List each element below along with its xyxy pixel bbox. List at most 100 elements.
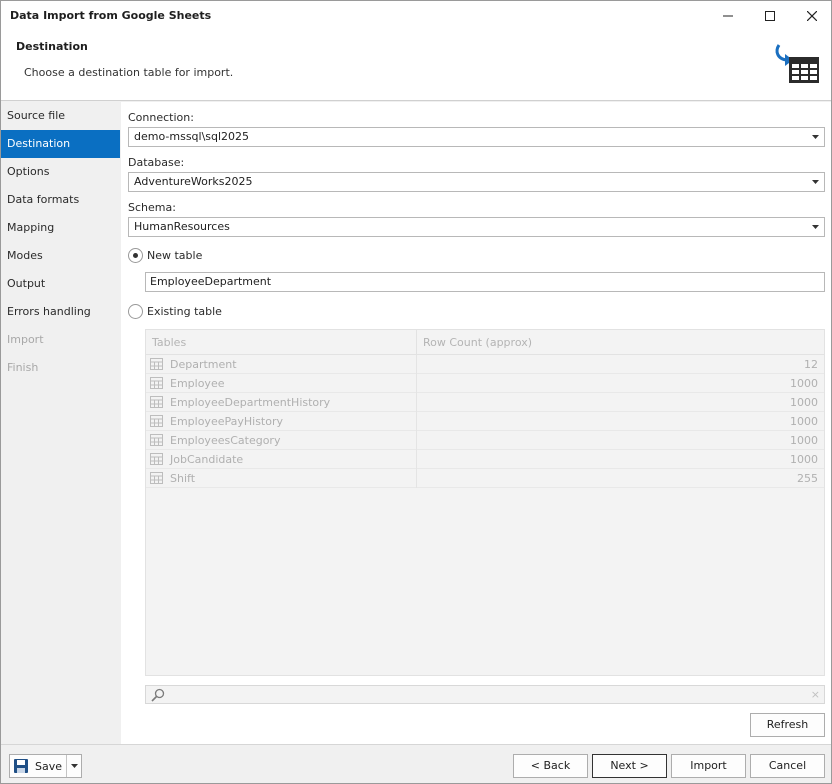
database-label: Database: <box>128 156 185 169</box>
sidebar-item-finish: Finish <box>1 354 120 382</box>
chevron-down-icon <box>70 764 78 768</box>
sidebar-item-label: Errors handling <box>7 305 91 318</box>
next-button[interactable]: Next > <box>592 754 667 778</box>
search-icon <box>151 688 165 702</box>
row-count: 1000 <box>790 415 818 428</box>
sidebar-item-label: Destination <box>7 137 71 150</box>
sidebar-item-source-file[interactable]: Source file <box>1 102 120 130</box>
existing-tables-grid: Tables Row Count (approx) Department 12 … <box>145 329 825 676</box>
table-name: JobCandidate <box>170 453 244 466</box>
new-table-label: New table <box>147 249 203 262</box>
row-count: 1000 <box>790 453 818 466</box>
import-wizard-window: Data Import from Google Sheets Destinati… <box>0 0 832 784</box>
new-table-radio[interactable]: New table <box>128 248 202 263</box>
refresh-button[interactable]: Refresh <box>750 713 825 737</box>
table-icon <box>150 453 163 465</box>
table-name: EmployeeDepartmentHistory <box>170 396 331 409</box>
table-name: Shift <box>170 472 196 485</box>
schema-label: Schema: <box>128 201 176 214</box>
sidebar-item-label: Output <box>7 277 46 290</box>
back-button[interactable]: < Back <box>513 754 588 778</box>
sidebar-item-data-formats[interactable]: Data formats <box>1 186 120 214</box>
row-count: 1000 <box>790 377 818 390</box>
sidebar-item-modes[interactable]: Modes <box>1 242 120 270</box>
table-icon <box>150 358 163 370</box>
table-row: Shift 255 <box>146 469 824 488</box>
chevron-down-icon <box>812 225 819 229</box>
minimize-button[interactable] <box>707 1 749 31</box>
tables-search-box: × <box>145 685 825 704</box>
close-icon <box>807 11 817 21</box>
chevron-down-icon <box>812 180 819 184</box>
row-count: 255 <box>797 472 818 485</box>
cancel-button[interactable]: Cancel <box>750 754 825 778</box>
close-button[interactable] <box>791 1 832 31</box>
radio-button-unchecked[interactable] <box>128 304 143 319</box>
row-count: 12 <box>804 358 818 371</box>
window-title: Data Import from Google Sheets <box>10 9 212 22</box>
table-row: JobCandidate 1000 <box>146 450 824 469</box>
sidebar-item-options[interactable]: Options <box>1 158 120 186</box>
table-icon <box>150 377 163 389</box>
sidebar-item-label: Options <box>7 165 50 178</box>
wizard-footer: Save < Back Next > Import Cancel <box>1 744 831 783</box>
save-options-dropdown[interactable] <box>66 755 81 777</box>
existing-table-radio[interactable]: Existing table <box>128 304 222 319</box>
table-row: EmployeeDepartmentHistory 1000 <box>146 393 824 412</box>
column-header-tables: Tables <box>152 336 187 349</box>
new-table-name-input[interactable]: EmployeeDepartment <box>145 272 825 292</box>
maximize-button[interactable] <box>749 1 791 31</box>
title-bar: Data Import from Google Sheets <box>1 1 831 31</box>
schema-value: HumanResources <box>134 220 230 233</box>
import-button[interactable]: Import <box>671 754 746 778</box>
sidebar-item-label: Source file <box>7 109 66 122</box>
wizard-steps-sidebar: Source file Destination Options Data for… <box>1 102 120 744</box>
wizard-header: Destination Choose a destination table f… <box>1 31 831 101</box>
connection-label: Connection: <box>128 111 194 124</box>
table-row: Employee 1000 <box>146 374 824 393</box>
sidebar-item-label: Modes <box>7 249 43 262</box>
sidebar-item-mapping[interactable]: Mapping <box>1 214 120 242</box>
database-combo[interactable]: AdventureWorks2025 <box>128 172 825 192</box>
table-icon <box>150 472 163 484</box>
page-description: Choose a destination table for import. <box>24 66 234 79</box>
table-row: Department 12 <box>146 355 824 374</box>
column-header-row-count: Row Count (approx) <box>423 336 533 349</box>
save-button[interactable]: Save <box>10 755 66 777</box>
clear-search-icon: × <box>810 688 820 701</box>
grid-header: Tables Row Count (approx) <box>146 330 824 355</box>
table-row: EmployeesCategory 1000 <box>146 431 824 450</box>
sidebar-item-label: Data formats <box>7 193 80 206</box>
row-count: 1000 <box>790 396 818 409</box>
table-icon <box>150 434 163 446</box>
new-table-name-value: EmployeeDepartment <box>150 275 272 288</box>
table-name: Department <box>170 358 237 371</box>
page-title: Destination <box>16 40 88 53</box>
radio-button-checked[interactable] <box>128 248 143 263</box>
schema-combo[interactable]: HumanResources <box>128 217 825 237</box>
save-button-label: Save <box>35 759 63 773</box>
connection-combo[interactable]: demo-mssql\sql2025 <box>128 127 825 147</box>
maximize-icon <box>765 11 775 21</box>
sidebar-item-label: Mapping <box>7 221 55 234</box>
table-icon <box>150 415 163 427</box>
table-row: EmployeePayHistory 1000 <box>146 412 824 431</box>
table-name: EmployeePayHistory <box>170 415 284 428</box>
row-count: 1000 <box>790 434 818 447</box>
save-split-button[interactable]: Save <box>9 754 82 778</box>
minimize-icon <box>723 15 733 17</box>
existing-table-label: Existing table <box>147 305 222 318</box>
table-icon <box>150 396 163 408</box>
chevron-down-icon <box>812 135 819 139</box>
sidebar-item-label: Import <box>7 333 44 346</box>
sidebar-item-output[interactable]: Output <box>1 270 120 298</box>
sidebar-item-label: Finish <box>7 361 39 374</box>
sidebar-item-errors-handling[interactable]: Errors handling <box>1 298 120 326</box>
table-name: EmployeesCategory <box>170 434 281 447</box>
sidebar-item-import: Import <box>1 326 120 354</box>
import-table-icon <box>775 44 819 83</box>
sidebar-item-destination[interactable]: Destination <box>1 130 120 158</box>
database-value: AdventureWorks2025 <box>134 175 253 188</box>
table-name: Employee <box>170 377 225 390</box>
connection-value: demo-mssql\sql2025 <box>134 130 250 143</box>
